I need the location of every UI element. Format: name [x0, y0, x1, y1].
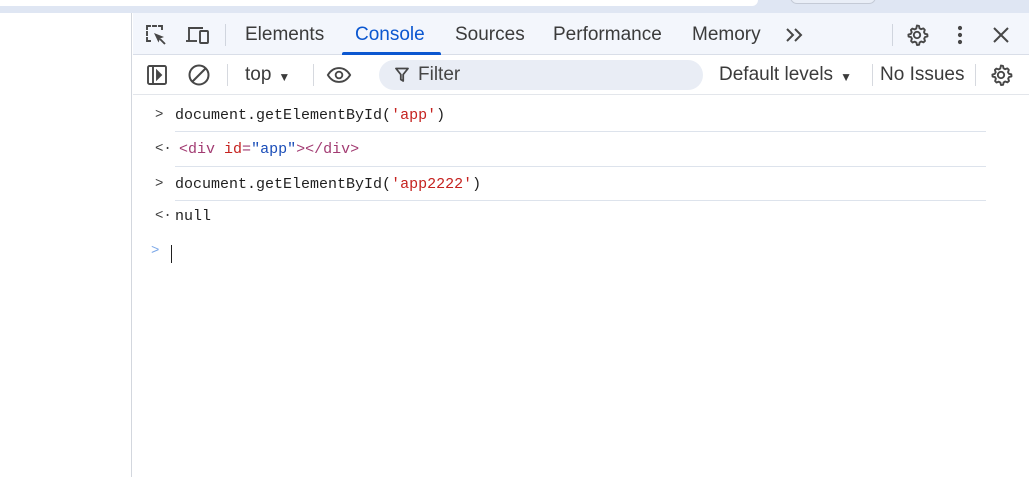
console-toolbar: top ▼ Default levels ▼ No Issues	[133, 55, 1029, 95]
tab-sources[interactable]: Sources	[455, 13, 525, 55]
toolbar-separator	[975, 64, 976, 86]
entry-divider	[175, 200, 986, 201]
browser-pill	[790, 0, 876, 4]
toolbar-separator	[872, 64, 873, 86]
close-icon[interactable]	[988, 22, 1014, 48]
tab-memory[interactable]: Memory	[692, 13, 761, 55]
sidebar-toggle-icon[interactable]	[144, 62, 170, 88]
filter-box[interactable]	[379, 60, 703, 90]
filter-input[interactable]	[418, 64, 678, 86]
tab-console[interactable]: Console	[342, 13, 441, 55]
toolbar-separator	[313, 64, 314, 86]
entry-divider	[175, 166, 986, 167]
caret-down-icon: ▼	[278, 69, 291, 84]
inspect-element-icon[interactable]	[143, 22, 169, 48]
log-levels-dropdown[interactable]: Default levels ▼	[719, 63, 852, 87]
tab-bar-separator	[225, 24, 226, 46]
console-input-text[interactable]: document.getElementById('app')	[175, 107, 445, 124]
log-levels-label: Default levels	[719, 64, 834, 85]
console-input-text[interactable]: document.getElementById('app2222')	[175, 176, 481, 193]
console-output-element[interactable]: <div id="app"></div>	[179, 141, 359, 158]
kebab-menu-icon[interactable]	[947, 22, 973, 48]
console-settings-gear-icon[interactable]	[988, 62, 1014, 88]
result-arrow-icon: <·	[155, 141, 172, 157]
more-tabs-icon[interactable]	[782, 22, 808, 48]
caret-down-icon: ▼	[840, 69, 852, 84]
context-label: top	[245, 64, 272, 85]
live-expression-eye-icon[interactable]	[326, 62, 352, 88]
input-chevron-icon: >	[155, 107, 164, 123]
filter-funnel-icon	[395, 67, 409, 82]
device-toolbar-icon[interactable]	[185, 22, 211, 48]
context-selector[interactable]: top ▼	[245, 63, 290, 87]
browser-tab-shape	[0, 0, 758, 6]
console-output-null: null	[175, 208, 212, 225]
page-viewport	[0, 13, 132, 477]
input-chevron-icon: >	[155, 176, 164, 192]
result-arrow-icon: <·	[155, 208, 172, 224]
tab-bar-separator	[892, 24, 893, 46]
toolbar-separator	[227, 64, 228, 86]
devtools-panel: Elements Console Sources Performance Mem…	[133, 13, 1029, 477]
tab-elements[interactable]: Elements	[245, 13, 324, 55]
issues-counter[interactable]: No Issues	[880, 63, 964, 87]
text-cursor[interactable]	[171, 245, 172, 263]
tab-performance[interactable]: Performance	[553, 13, 662, 55]
clear-console-icon[interactable]	[186, 62, 212, 88]
entry-divider	[175, 131, 986, 132]
prompt-chevron-icon: >	[151, 243, 160, 259]
gear-icon[interactable]	[904, 22, 930, 48]
browser-chrome-strip	[0, 0, 1029, 13]
devtools-tab-bar: Elements Console Sources Performance Mem…	[133, 13, 1029, 55]
console-output[interactable]: > document.getElementById('app') <· <div…	[133, 96, 1029, 477]
